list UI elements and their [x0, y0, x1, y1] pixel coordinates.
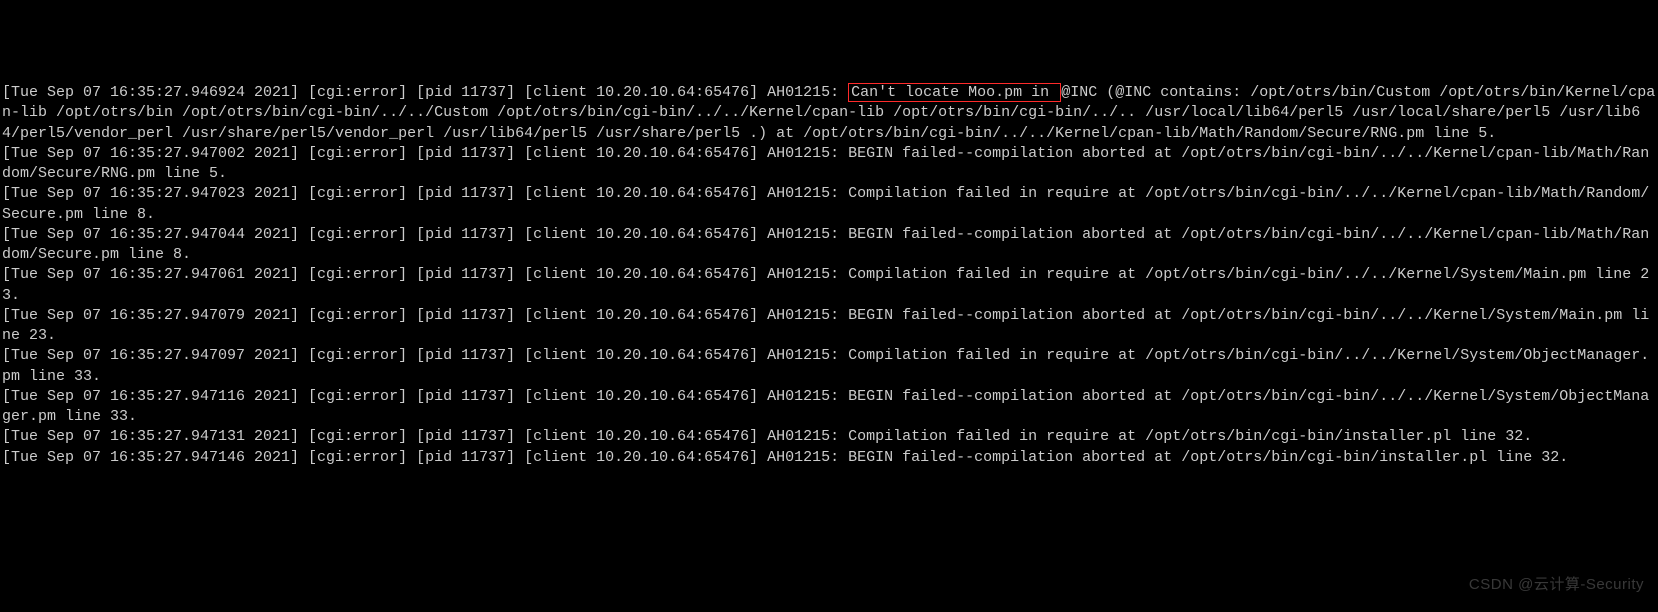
log-text: [Tue Sep 07 16:35:27.946924 2021] [cgi:e… — [2, 84, 848, 101]
log-line: [Tue Sep 07 16:35:27.947131 2021] [cgi:e… — [2, 427, 1658, 447]
log-line: [Tue Sep 07 16:35:27.947146 2021] [cgi:e… — [2, 448, 1658, 468]
log-line: [Tue Sep 07 16:35:27.947044 2021] [cgi:e… — [2, 225, 1658, 266]
log-line: [Tue Sep 07 16:35:27.946924 2021] [cgi:e… — [2, 83, 1658, 144]
error-highlight: Can't locate Moo.pm in — [848, 83, 1061, 102]
watermark: CSDN @云计算-Security — [1469, 575, 1644, 595]
log-line: [Tue Sep 07 16:35:27.947097 2021] [cgi:e… — [2, 346, 1658, 387]
log-line: [Tue Sep 07 16:35:27.947023 2021] [cgi:e… — [2, 184, 1658, 225]
log-line: [Tue Sep 07 16:35:27.947002 2021] [cgi:e… — [2, 144, 1658, 185]
terminal-log: [Tue Sep 07 16:35:27.946924 2021] [cgi:e… — [2, 83, 1658, 468]
log-line: [Tue Sep 07 16:35:27.947061 2021] [cgi:e… — [2, 265, 1658, 306]
log-line: [Tue Sep 07 16:35:27.947079 2021] [cgi:e… — [2, 306, 1658, 347]
log-line: [Tue Sep 07 16:35:27.947116 2021] [cgi:e… — [2, 387, 1658, 428]
